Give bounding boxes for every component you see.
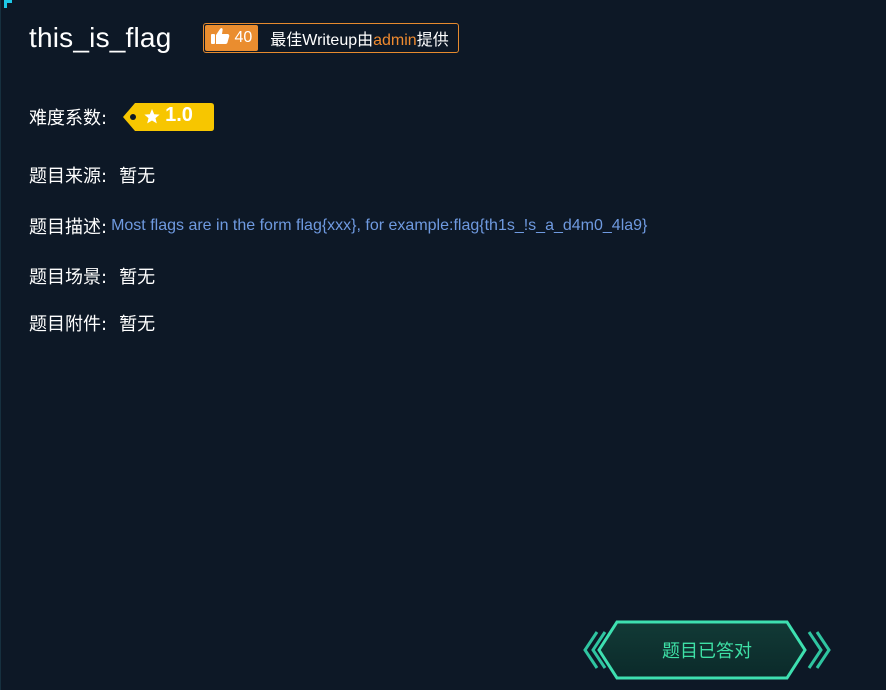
writeup-prefix: 最佳Writeup由: [270, 32, 374, 49]
difficulty-value: 1.0: [165, 104, 193, 126]
scene-label: 题目场景:: [29, 267, 108, 288]
thumbs-up-icon: [210, 27, 230, 49]
best-writeup-text: 最佳Writeup由admin提供: [258, 26, 456, 50]
scene-value: 暂无: [119, 267, 156, 288]
difficulty-row: 难度系数: 1.0: [29, 101, 215, 133]
attachment-row: 题目附件: 暂无: [29, 310, 155, 336]
like-button[interactable]: 40: [205, 25, 259, 51]
source-row: 题目来源: 暂无: [29, 162, 155, 188]
like-count: 40: [234, 29, 253, 46]
attachment-label: 题目附件:: [29, 314, 108, 335]
description-row: 题目描述: Most flags are in the form flag{xx…: [29, 213, 647, 239]
source-label: 题目来源:: [29, 166, 108, 187]
solved-label: 题目已答对: [662, 641, 752, 662]
writeup-suffix: 提供: [416, 32, 449, 49]
description-value: Most flags are in the form flag{xxx}, fo…: [111, 217, 648, 234]
solved-button[interactable]: 题目已答对: [581, 620, 833, 682]
difficulty-badge: 1.0: [121, 101, 215, 133]
attachment-value: 暂无: [119, 314, 156, 335]
title-row: this_is_flag 40 最佳Writeup由admin提供: [29, 22, 459, 54]
corner-decoration: [4, 0, 12, 8]
description-label: 题目描述:: [29, 217, 108, 238]
difficulty-label: 难度系数:: [29, 108, 108, 129]
writeup-author-link[interactable]: admin: [373, 32, 417, 49]
source-value: 暂无: [119, 166, 156, 187]
challenge-panel: this_is_flag 40 最佳Writeup由admin提供 难度系数:: [0, 0, 886, 690]
challenge-title: this_is_flag: [29, 22, 172, 53]
writeup-badge: 40 最佳Writeup由admin提供: [203, 23, 459, 53]
scene-row: 题目场景: 暂无: [29, 263, 155, 289]
